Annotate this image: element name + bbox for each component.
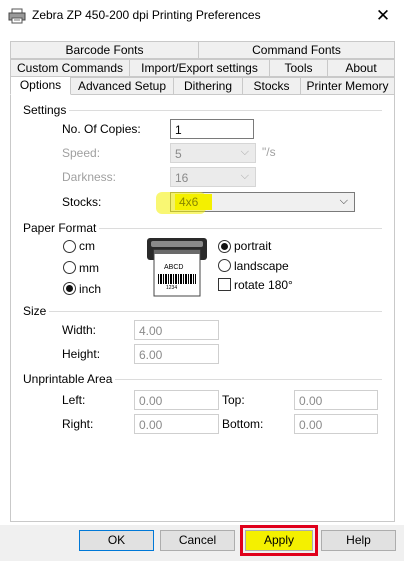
paper-format-heading: Paper Format	[23, 221, 100, 235]
label-sample-text: ABCD	[164, 264, 184, 271]
size-divider	[48, 311, 382, 312]
close-icon[interactable]: ✕	[368, 3, 398, 29]
title-bar: Zebra ZP 450-200 dpi Printing Preference…	[0, 0, 404, 32]
unit-inch-label: inch	[79, 282, 102, 296]
landscape-label: landscape	[234, 259, 289, 273]
speed-value: 5	[175, 147, 182, 161]
unprintable-heading: Unprintable Area	[23, 372, 116, 386]
unit-inch-radio[interactable]	[63, 282, 76, 295]
settings-divider	[62, 110, 382, 111]
height-label: Height:	[62, 347, 101, 361]
left-input[interactable]: 0.00	[134, 390, 219, 410]
speed-unit: "/s	[262, 145, 276, 159]
cancel-button[interactable]: Cancel	[160, 530, 235, 551]
chevron-down-icon: ⌵	[339, 195, 348, 207]
left-label: Left:	[62, 393, 86, 407]
speed-select[interactable]: 5 ⌵	[170, 143, 256, 163]
top-label: Top:	[222, 393, 245, 407]
tab-command-fonts[interactable]: Command Fonts	[198, 41, 395, 59]
barcode-icon	[158, 274, 196, 284]
copies-label: No. Of Copies:	[62, 122, 141, 136]
top-input[interactable]: 0.00	[294, 390, 378, 410]
darkness-label: Darkness:	[62, 170, 117, 184]
width-label: Width:	[62, 323, 97, 337]
tab-stocks[interactable]: Stocks	[242, 77, 301, 95]
darkness-value: 16	[175, 171, 189, 185]
printer-icon	[8, 8, 26, 24]
bottom-input[interactable]: 0.00	[294, 414, 378, 434]
right-label: Right:	[62, 417, 94, 431]
chevron-down-icon: ⌵	[240, 146, 249, 158]
rotate-label: rotate 180°	[234, 278, 293, 292]
tab-options[interactable]: Options	[10, 76, 71, 95]
tab-barcode-fonts[interactable]: Barcode Fonts	[10, 41, 199, 59]
portrait-radio[interactable]	[218, 240, 231, 253]
darkness-select[interactable]: 16 ⌵	[170, 167, 256, 187]
tab-about[interactable]: About	[327, 59, 395, 77]
chevron-down-icon: ⌵	[240, 170, 249, 182]
tab-printer-memory[interactable]: Printer Memory	[300, 77, 395, 95]
unprintable-divider	[108, 379, 382, 380]
tab-tools[interactable]: Tools	[269, 59, 328, 77]
apply-button[interactable]: Apply	[245, 530, 313, 551]
tab-import-export-settings[interactable]: Import/Export settings	[129, 59, 270, 77]
label-printer-graphic: ABCD 1234	[146, 236, 208, 298]
copies-input[interactable]: 1	[170, 119, 254, 139]
settings-heading: Settings	[23, 103, 70, 117]
tab-dithering[interactable]: Dithering	[173, 77, 243, 95]
label-sample-number: 1234	[166, 285, 178, 291]
window-title: Zebra ZP 450-200 dpi Printing Preference…	[32, 8, 261, 22]
width-input[interactable]: 4.00	[134, 320, 219, 340]
height-input[interactable]: 6.00	[134, 344, 219, 364]
unit-mm-radio[interactable]	[63, 261, 76, 274]
highlight-mark	[156, 192, 206, 214]
tab-advanced-setup[interactable]: Advanced Setup	[70, 77, 174, 95]
unit-cm-label: cm	[79, 239, 95, 253]
paper-format-divider	[90, 228, 382, 229]
bottom-label: Bottom:	[222, 417, 264, 431]
unit-mm-label: mm	[79, 261, 99, 275]
right-input[interactable]: 0.00	[134, 414, 219, 434]
help-button[interactable]: Help	[321, 530, 396, 551]
portrait-label: portrait	[234, 239, 272, 253]
ok-button[interactable]: OK	[79, 530, 154, 551]
stocks-label: Stocks:	[62, 195, 102, 209]
tab-custom-commands[interactable]: Custom Commands	[10, 59, 130, 77]
unit-cm-radio[interactable]	[63, 240, 76, 253]
size-heading: Size	[23, 304, 50, 318]
speed-label: Speed:	[62, 146, 101, 160]
rotate-checkbox[interactable]	[218, 278, 231, 291]
landscape-radio[interactable]	[218, 259, 231, 272]
